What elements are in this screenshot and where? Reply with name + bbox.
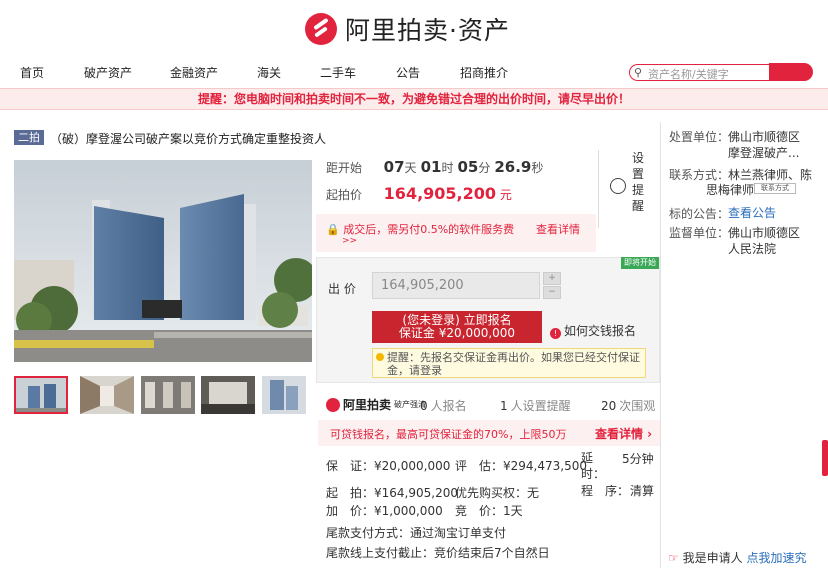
countdown-label: 距开始: [326, 161, 363, 175]
service-fee-more[interactable]: >>: [342, 236, 357, 246]
login-tip: 提醒：先报名交保证金再出价。如果您已经交付保证金，请登录: [372, 348, 646, 378]
scroll-indicator[interactable]: [822, 440, 828, 476]
set-reminder-label: 设置提醒: [632, 151, 645, 213]
brand-name: 阿里拍卖·资产: [345, 16, 510, 45]
supervisor-label: 监督单位：: [669, 226, 730, 240]
nav-item-home[interactable]: 首页: [20, 64, 44, 81]
start-price-label: 起拍价: [326, 188, 363, 202]
hand-icon: ☞: [668, 551, 679, 565]
countdown-hours: 01: [420, 158, 442, 176]
start-price-info: 起 拍：¥164,905,200: [326, 486, 458, 500]
search-button[interactable]: [769, 63, 813, 81]
time-mismatch-notice: 提醒：您电脑时间和拍卖时间不一致，为避免错过合理的出价时间，请尽早出价！: [0, 88, 828, 110]
start-price-value: 164,905,200: [383, 184, 497, 203]
nav-item-financial[interactable]: 金融资产: [170, 64, 218, 81]
nav-item-used-cars[interactable]: 二手车: [320, 64, 356, 81]
view-announcement-link[interactable]: 查看公告: [728, 204, 776, 221]
alarm-clock-icon: [610, 178, 626, 194]
search-icon: ⚲: [634, 66, 643, 79]
applicant-text: 我是申请人: [682, 551, 743, 565]
divider: [598, 150, 599, 228]
ali-auction-logo: 阿里拍卖 破产强清: [326, 396, 426, 413]
nav-item-customs[interactable]: 海关: [257, 64, 281, 81]
procedure-label: 程 序：: [581, 484, 630, 498]
delay-label: 延 时：: [581, 451, 606, 481]
round-tag: 二拍: [14, 130, 44, 145]
loan-notice-text: 可贷钱报名，最高可贷保证金的70%，上限50万: [330, 428, 567, 441]
thumbnail-3[interactable]: [141, 376, 195, 414]
procedure-value: 清算: [630, 484, 655, 498]
countdown-days: 07: [383, 158, 405, 176]
start-price-unit: 元: [499, 188, 512, 202]
countdown-seconds-unit: 秒: [531, 161, 544, 175]
thumbnail-1[interactable]: [14, 376, 68, 414]
how-to-register-label: 如何交钱报名: [564, 324, 637, 338]
contact-button[interactable]: 联系方式: [754, 183, 796, 194]
increase-bid-button[interactable]: +: [543, 272, 561, 285]
delay-value: 5分钟: [622, 452, 654, 466]
priority-purchase-info: 优先购买权：无: [455, 486, 540, 500]
contact-value-2: 思梅律师: [706, 183, 755, 197]
status-badge: 即将开始: [621, 257, 659, 269]
loan-notice: 可贷钱报名，最高可贷保证金的70%，上限50万 查看详情 ›: [318, 420, 660, 446]
service-fee-notice: 🔒 成交后，需另付0.5%的软件服务费 查看详情 >>: [316, 214, 596, 252]
appraisal-info: 评 估：¥294,473,500: [455, 459, 587, 473]
main-photo[interactable]: [14, 160, 312, 362]
register-button-line2: 保证金 ¥20,000,000: [398, 326, 516, 340]
register-button[interactable]: (您未登录) 立即报名 保证金 ¥20,000,000: [372, 311, 542, 343]
info-icon: !: [550, 328, 561, 339]
speed-up-link-tail[interactable]: 究: [794, 551, 806, 565]
how-to-register-link[interactable]: ! 如何交钱报名: [550, 322, 636, 339]
applicant-prompt: ☞ 我是申请人 点我加速究: [668, 549, 806, 566]
brand-logo[interactable]: 阿里拍卖·资产: [305, 10, 510, 48]
search-input[interactable]: 资产名称/关键字: [648, 66, 729, 82]
building-photo: [14, 160, 312, 362]
service-fee-detail-link[interactable]: 查看详情: [536, 221, 580, 237]
bid-label: 出 价: [328, 282, 356, 296]
announcement-label: 标的公告：: [669, 207, 730, 221]
auction-logo-icon: [326, 397, 340, 412]
countdown-minutes: 05: [457, 158, 479, 176]
service-fee-text: 🔒 成交后，需另付0.5%的软件服务费: [326, 223, 515, 236]
disposal-unit-value-1: 佛山市顺德区: [728, 130, 801, 144]
disposal-unit-label: 处置单位：: [669, 130, 730, 144]
nav-item-announcements[interactable]: 公告: [396, 64, 420, 81]
nav-item-bankruptcy[interactable]: 破产资产: [84, 64, 132, 81]
bid-amount-input[interactable]: 164,905,200: [372, 272, 540, 299]
countdown-minutes-unit: 分: [478, 161, 491, 175]
supervisor-value-2: 人民法院: [728, 242, 777, 256]
bid-cycle-info: 竞 价：1天: [455, 504, 523, 518]
disposal-unit-value-2: 摩登渥破产...: [728, 146, 800, 160]
signups-count: 0 人报名: [420, 399, 467, 413]
supervisor-value-1: 佛山市顺德区: [728, 226, 801, 240]
speed-up-link[interactable]: 点我加速: [746, 551, 794, 565]
lightbulb-icon: [376, 353, 384, 361]
views-count: 20 次围观: [601, 399, 656, 413]
thumbnail-2[interactable]: [80, 376, 134, 414]
countdown-hours-unit: 时: [441, 161, 454, 175]
thumbnail-4[interactable]: [201, 376, 255, 414]
countdown-days-unit: 天: [404, 161, 417, 175]
countdown-seconds: 26.9: [494, 158, 532, 176]
decrease-bid-button[interactable]: −: [543, 286, 561, 299]
logo-name: 阿里拍卖: [343, 398, 392, 412]
thumbnail-5[interactable]: [262, 376, 306, 414]
login-tip-text: 提醒：先报名交保证金再出价。如果您已经交付保证金，请登录: [387, 351, 640, 377]
increment-info: 加 价：¥1,000,000: [326, 504, 443, 518]
nav-item-investment[interactable]: 招商推介: [460, 64, 508, 81]
start-price: 起拍价 164,905,200 元: [326, 184, 512, 203]
search-box[interactable]: ⚲ 资产名称/关键字: [629, 63, 813, 82]
payment-method-info: 尾款支付方式：通过淘宝订单支付: [326, 526, 507, 540]
countdown: 距开始 07天 01时 05分 26.9秒: [326, 158, 547, 176]
set-reminder-button[interactable]: 设置提醒: [606, 148, 656, 228]
deposit-info: 保 证：¥20,000,000: [326, 459, 451, 473]
auction-logo-icon: [305, 13, 337, 45]
payment-deadline-info: 尾款线上支付截止：竞价结束后7个自然日: [326, 546, 550, 560]
loan-detail-link[interactable]: 查看详情 ›: [595, 425, 652, 442]
auction-title: （破）摩登渥公司破产案以竞价方式确定重整投资人: [50, 132, 327, 146]
reminders-count: 1 人设置提醒: [500, 399, 571, 413]
